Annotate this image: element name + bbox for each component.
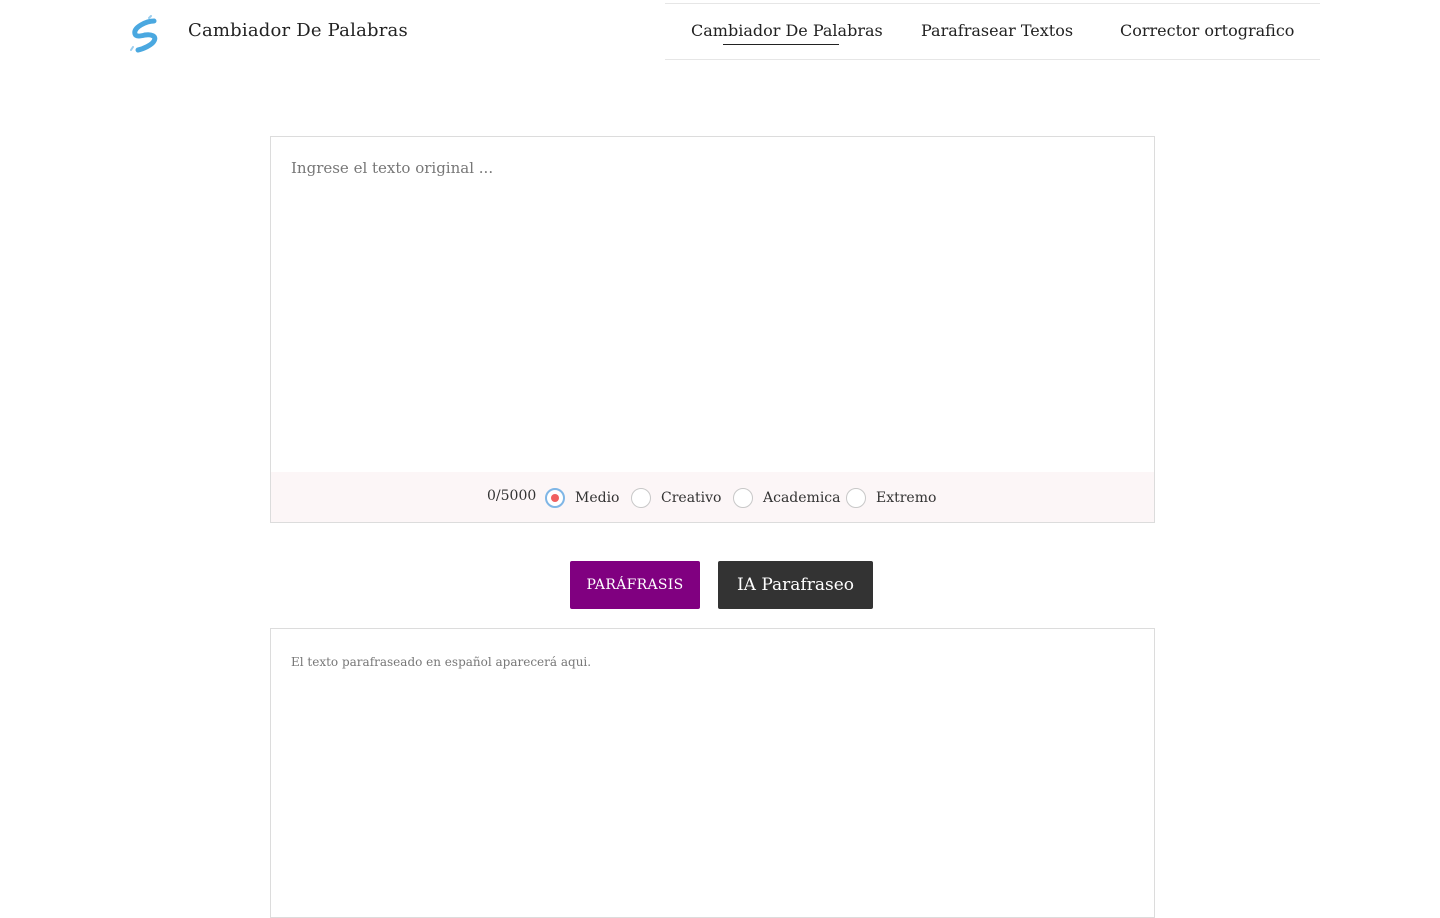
- input-panel: 0/5000 Medio Creativo Academica Extremo: [270, 136, 1155, 523]
- mode-radio-academica[interactable]: Academica: [733, 487, 841, 509]
- site-header: Cambiador De Palabras Cambiador De Palab…: [0, 0, 1440, 62]
- nav-item-corrector[interactable]: Corrector ortografico: [1120, 21, 1294, 40]
- paraphrase-logo-icon[interactable]: [127, 15, 163, 53]
- mode-radio-medio[interactable]: Medio: [545, 487, 620, 509]
- nav-active-underline: [723, 44, 839, 45]
- main-nav: Cambiador De Palabras Parafrasear Textos…: [665, 3, 1320, 60]
- mode-label-medio: Medio: [575, 490, 620, 506]
- radio-unselected-icon[interactable]: [631, 488, 651, 508]
- paraphrase-button[interactable]: PARÁFRASIS: [570, 561, 700, 609]
- char-counter: 0/5000: [487, 488, 537, 504]
- mode-radio-creativo[interactable]: Creativo: [631, 487, 721, 509]
- mode-controls: 0/5000 Medio Creativo Academica Extremo: [271, 472, 1154, 522]
- nav-item-parafrasear[interactable]: Parafrasear Textos: [921, 21, 1073, 40]
- mode-label-creativo: Creativo: [661, 490, 722, 506]
- radio-unselected-icon[interactable]: [846, 488, 866, 508]
- output-panel[interactable]: El texto parafraseado en español aparece…: [270, 628, 1155, 918]
- ai-paraphrase-button[interactable]: IA Parafraseo: [718, 561, 873, 609]
- output-placeholder-text: El texto parafraseado en español aparece…: [291, 655, 592, 669]
- brand-title[interactable]: Cambiador De Palabras: [188, 20, 408, 41]
- mode-label-academica: Academica: [763, 490, 841, 506]
- mode-label-extremo: Extremo: [876, 490, 937, 506]
- radio-unselected-icon[interactable]: [733, 488, 753, 508]
- radio-selected-icon[interactable]: [545, 488, 565, 508]
- mode-radio-extremo[interactable]: Extremo: [846, 487, 936, 509]
- original-text-input[interactable]: [271, 137, 1154, 471]
- nav-item-cambiador[interactable]: Cambiador De Palabras: [691, 21, 883, 40]
